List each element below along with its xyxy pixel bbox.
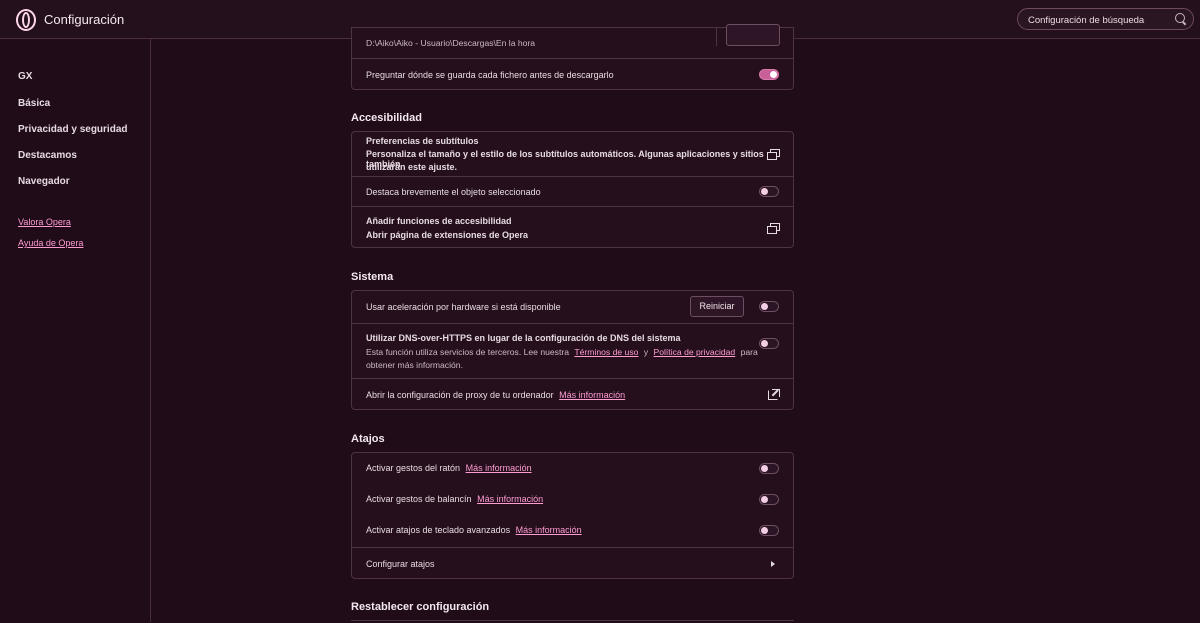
downloads-card: D:\Aiko\Aiko - Usuario\Descargas\En la h… bbox=[351, 24, 794, 91]
caption-preferences-row[interactable]: Preferencias de subtítulos Personaliza e… bbox=[352, 132, 793, 176]
section-title-reset: Restablecer configuración bbox=[351, 601, 490, 613]
open-external-icon[interactable] bbox=[767, 223, 780, 234]
rocker-gestures-row: Activar gestos de balancín Más informaci… bbox=[352, 484, 793, 515]
proxy-settings-label: Abrir la configuración de proxy de tu or… bbox=[366, 390, 554, 400]
mouse-gestures-label: Activar gestos del ratón bbox=[366, 463, 461, 473]
page-title: Configuración bbox=[44, 12, 125, 27]
sidebar-item-gx[interactable]: GX bbox=[18, 71, 32, 82]
open-in-new-icon[interactable] bbox=[768, 389, 780, 400]
search-input[interactable] bbox=[1028, 13, 1168, 27]
opera-logo-icon bbox=[16, 9, 36, 31]
add-accessibility-features-title: Añadir funciones de accesibilidad bbox=[366, 216, 512, 226]
configure-shortcuts-row[interactable]: Configurar atajos bbox=[352, 547, 793, 580]
highlight-focus-toggle[interactable] bbox=[759, 186, 779, 197]
toggle-knob bbox=[761, 465, 768, 472]
ask-before-download-toggle[interactable] bbox=[759, 69, 779, 80]
privacy-policy-link[interactable]: Política de privacidad bbox=[654, 347, 736, 357]
search-box[interactable] bbox=[1017, 8, 1194, 30]
toggle-knob bbox=[761, 340, 768, 347]
hardware-acceleration-label: Usar aceleración por hardware si está di… bbox=[366, 302, 561, 312]
mouse-gestures-row: Activar gestos del ratón Más información bbox=[352, 453, 793, 484]
keyboard-shortcuts-text: Activar atajos de teclado avanzados Más … bbox=[366, 525, 582, 535]
restart-button[interactable]: Reiniciar bbox=[690, 296, 744, 317]
proxy-more-info-link[interactable]: Más información bbox=[559, 390, 625, 400]
hardware-acceleration-toggle[interactable] bbox=[759, 301, 779, 312]
sidebar-item-featured[interactable]: Destacamos bbox=[18, 150, 77, 161]
proxy-settings-text: Abrir la configuración de proxy de tu or… bbox=[366, 390, 625, 400]
rate-opera-link[interactable]: Valora Opera bbox=[18, 217, 71, 227]
mouse-gestures-more-link[interactable]: Más información bbox=[466, 463, 532, 473]
caption-preferences-desc-cont: utilizarán este ajuste. bbox=[366, 162, 458, 172]
dns-over-https-desc: Esta función utiliza servicios de tercer… bbox=[366, 347, 758, 357]
rocker-gestures-text: Activar gestos de balancín Más informaci… bbox=[366, 494, 543, 504]
dns-over-https-desc-text: Esta función utiliza servicios de tercer… bbox=[366, 347, 570, 357]
chevron-right-icon bbox=[771, 561, 775, 567]
toggle-knob bbox=[761, 188, 768, 195]
sidebar-item-browser[interactable]: Navegador bbox=[18, 176, 70, 187]
dns-over-https-desc-end: para bbox=[740, 347, 758, 357]
downloads-location-row: D:\Aiko\Aiko - Usuario\Descargas\En la h… bbox=[352, 24, 793, 58]
system-card: Usar aceleración por hardware si está di… bbox=[351, 290, 794, 410]
change-folder-button[interactable] bbox=[726, 24, 780, 46]
dns-over-https-row: Utilizar DNS-over-HTTPS en lugar de la c… bbox=[352, 323, 793, 379]
sidebar: GX Básica Privacidad y seguridad Destaca… bbox=[0, 39, 151, 622]
divider bbox=[716, 28, 717, 46]
keyboard-shortcuts-more-link[interactable]: Más información bbox=[516, 525, 582, 535]
rocker-gestures-more-link[interactable]: Más información bbox=[477, 494, 543, 504]
open-external-icon[interactable] bbox=[767, 149, 780, 160]
dns-over-https-toggle[interactable] bbox=[759, 338, 779, 349]
toggle-knob bbox=[761, 303, 768, 310]
toggle-knob bbox=[761, 527, 768, 534]
add-accessibility-features-desc: Abrir página de extensiones de Opera bbox=[366, 230, 529, 240]
keyboard-shortcuts-row: Activar atajos de teclado avanzados Más … bbox=[352, 515, 793, 546]
shortcuts-card: Activar gestos del ratón Más información… bbox=[351, 452, 794, 579]
keyboard-shortcuts-label: Activar atajos de teclado avanzados bbox=[366, 525, 511, 535]
configure-shortcuts-label: Configurar atajos bbox=[366, 559, 435, 569]
accessibility-card: Preferencias de subtítulos Personaliza e… bbox=[351, 131, 794, 248]
hardware-acceleration-row: Usar aceleración por hardware si está di… bbox=[352, 291, 793, 323]
highlight-focus-row[interactable]: Destaca brevemente el objeto seleccionad… bbox=[352, 176, 793, 207]
terms-of-use-link[interactable]: Términos de uso bbox=[574, 347, 638, 357]
add-accessibility-features-row[interactable]: Añadir funciones de accesibilidad Abrir … bbox=[352, 206, 793, 249]
and-text: y bbox=[643, 347, 649, 357]
search-icon[interactable] bbox=[1175, 13, 1185, 23]
toggle-knob bbox=[770, 71, 777, 78]
proxy-settings-row[interactable]: Abrir la configuración de proxy de tu or… bbox=[352, 378, 793, 411]
rocker-gestures-toggle[interactable] bbox=[759, 494, 779, 505]
mouse-gestures-toggle[interactable] bbox=[759, 463, 779, 474]
dns-over-https-desc-cont: obtener más información. bbox=[366, 360, 463, 370]
section-title-shortcuts: Atajos bbox=[351, 433, 385, 445]
section-title-system: Sistema bbox=[351, 271, 394, 283]
toggle-knob bbox=[761, 496, 768, 503]
sidebar-item-privacy[interactable]: Privacidad y seguridad bbox=[18, 124, 128, 135]
rocker-gestures-label: Activar gestos de balancín bbox=[366, 494, 472, 504]
dns-over-https-title: Utilizar DNS-over-HTTPS en lugar de la c… bbox=[366, 333, 681, 343]
keyboard-shortcuts-toggle[interactable] bbox=[759, 525, 779, 536]
ask-before-download-label: Preguntar dónde se guarda cada fichero a… bbox=[366, 70, 614, 80]
downloads-path: D:\Aiko\Aiko - Usuario\Descargas\En la h… bbox=[366, 38, 536, 48]
opera-help-link[interactable]: Ayuda de Opera bbox=[18, 238, 83, 248]
sidebar-item-basic[interactable]: Básica bbox=[18, 98, 50, 109]
ask-before-download-row[interactable]: Preguntar dónde se guarda cada fichero a… bbox=[352, 58, 793, 91]
mouse-gestures-text: Activar gestos del ratón Más información bbox=[366, 463, 532, 473]
highlight-focus-label: Destaca brevemente el objeto seleccionad… bbox=[366, 187, 541, 197]
caption-preferences-title: Preferencias de subtítulos bbox=[366, 136, 479, 146]
section-title-accessibility: Accesibilidad bbox=[351, 112, 422, 124]
